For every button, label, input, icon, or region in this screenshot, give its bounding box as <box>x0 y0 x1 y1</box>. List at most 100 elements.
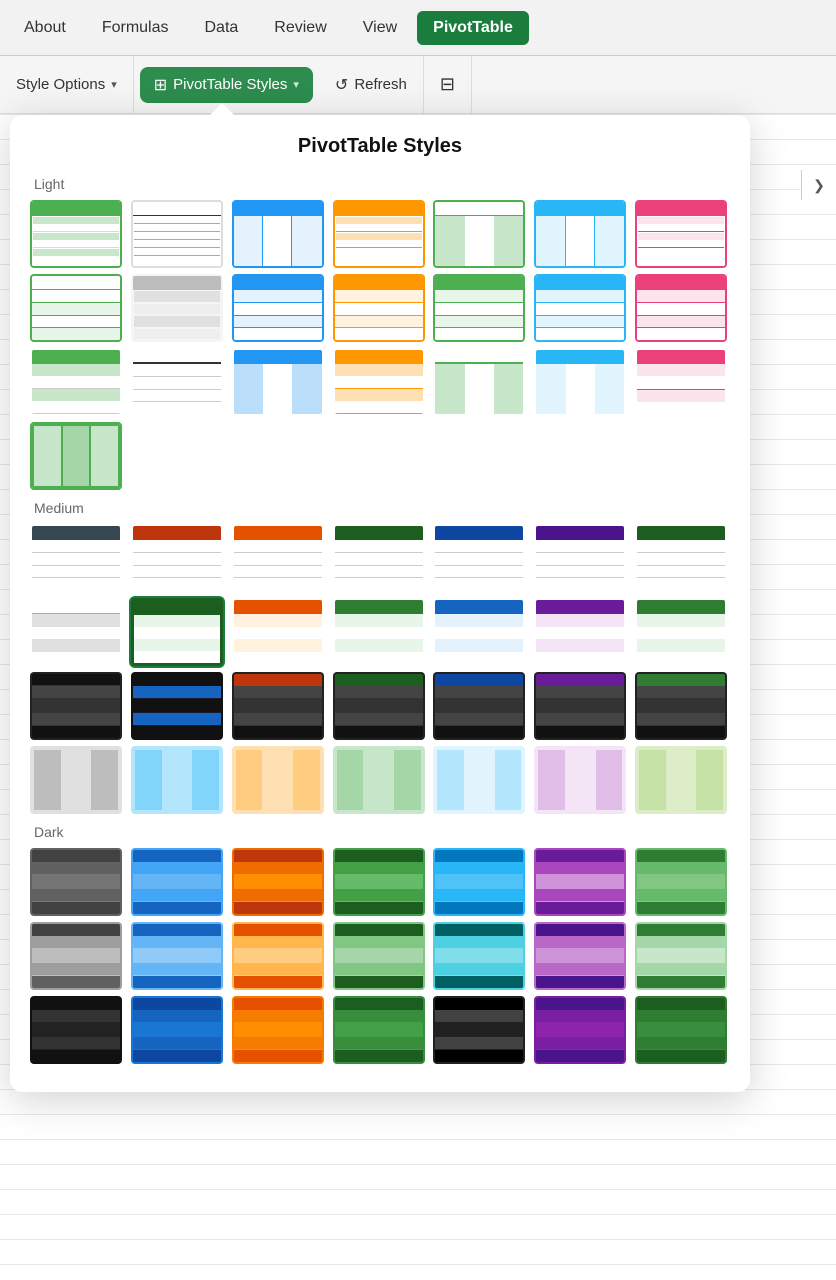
style-dark-15[interactable] <box>30 996 122 1064</box>
style-light-3[interactable] <box>232 200 324 268</box>
style-light-14[interactable] <box>635 274 727 342</box>
tab-view[interactable]: View <box>347 11 413 45</box>
refresh-icon: ↺ <box>335 75 348 95</box>
style-dark-3[interactable] <box>232 848 324 916</box>
style-dark-11[interactable] <box>333 922 425 990</box>
style-light-17[interactable] <box>232 348 324 416</box>
style-dark-5[interactable] <box>433 848 525 916</box>
style-medium-7[interactable] <box>635 524 727 592</box>
style-light-5[interactable] <box>433 200 525 268</box>
grid-icon: ⊞ <box>154 75 167 95</box>
style-light-16[interactable] <box>131 348 223 416</box>
style-medium-22[interactable] <box>30 746 122 814</box>
style-light-7[interactable] <box>635 200 727 268</box>
style-dark-10[interactable] <box>232 922 324 990</box>
style-dark-18[interactable] <box>333 996 425 1064</box>
style-light-18[interactable] <box>333 348 425 416</box>
style-medium-12[interactable] <box>433 598 525 666</box>
style-dark-1[interactable] <box>30 848 122 916</box>
section-label-medium: Medium <box>34 500 730 516</box>
panel-right-chevron[interactable]: ❯ <box>801 170 836 200</box>
style-light-12[interactable] <box>433 274 525 342</box>
style-medium-5[interactable] <box>433 524 525 592</box>
style-medium-23[interactable] <box>131 746 223 814</box>
style-medium-3[interactable] <box>232 524 324 592</box>
style-medium-26[interactable] <box>433 746 525 814</box>
style-light-20[interactable] <box>534 348 626 416</box>
style-dark-17[interactable] <box>232 996 324 1064</box>
style-light-8[interactable] <box>30 274 122 342</box>
style-medium-27[interactable] <box>534 746 626 814</box>
style-light-6[interactable] <box>534 200 626 268</box>
style-dark-6[interactable] <box>534 848 626 916</box>
panel-title: PivotTable Styles <box>30 135 730 158</box>
style-light-1[interactable] <box>30 200 122 268</box>
tab-review[interactable]: Review <box>258 11 342 45</box>
style-medium-24[interactable] <box>232 746 324 814</box>
panel-arrow <box>210 103 234 115</box>
ribbon: Style Options ▾ ⊞ PivotTable Styles ▾ ↺ … <box>0 56 836 114</box>
style-medium-8[interactable] <box>30 598 122 666</box>
style-medium-6[interactable] <box>534 524 626 592</box>
style-dark-16[interactable] <box>131 996 223 1064</box>
style-medium-25[interactable] <box>333 746 425 814</box>
pivot-styles-label: PivotTable Styles <box>173 76 287 93</box>
medium-styles-grid <box>30 524 730 814</box>
style-medium-13[interactable] <box>534 598 626 666</box>
tab-formulas[interactable]: Formulas <box>86 11 185 45</box>
style-medium-14[interactable] <box>635 598 727 666</box>
style-medium-21[interactable] <box>635 672 727 740</box>
refresh-label: Refresh <box>354 76 407 93</box>
style-medium-17[interactable] <box>232 672 324 740</box>
style-medium-28[interactable] <box>635 746 727 814</box>
style-light-4[interactable] <box>333 200 425 268</box>
section-label-dark: Dark <box>34 824 730 840</box>
style-dark-19[interactable] <box>433 996 525 1064</box>
style-dark-12[interactable] <box>433 922 525 990</box>
style-medium-20[interactable] <box>534 672 626 740</box>
style-dark-9[interactable] <box>131 922 223 990</box>
style-medium-15[interactable] <box>30 672 122 740</box>
style-medium-11[interactable] <box>333 598 425 666</box>
style-light-22[interactable] <box>30 422 122 490</box>
style-medium-9[interactable] <box>131 598 223 666</box>
style-medium-16[interactable] <box>131 672 223 740</box>
style-medium-10[interactable] <box>232 598 324 666</box>
style-light-10[interactable] <box>232 274 324 342</box>
style-medium-4[interactable] <box>333 524 425 592</box>
style-dark-4[interactable] <box>333 848 425 916</box>
refresh-button[interactable]: ↺ Refresh <box>319 56 424 113</box>
style-dark-13[interactable] <box>534 922 626 990</box>
chevron-right-icon: ❯ <box>813 177 825 194</box>
style-options-label: Style Options <box>16 76 105 93</box>
section-label-light: Light <box>34 176 730 192</box>
style-dark-8[interactable] <box>30 922 122 990</box>
style-medium-2[interactable] <box>131 524 223 592</box>
style-dark-2[interactable] <box>131 848 223 916</box>
chevron-down-icon: ▾ <box>111 78 117 91</box>
style-options-button[interactable]: Style Options ▾ <box>0 56 134 113</box>
pivot-styles-button[interactable]: ⊞ PivotTable Styles ▾ <box>140 67 313 103</box>
style-light-19[interactable] <box>433 348 525 416</box>
style-medium-1[interactable] <box>30 524 122 592</box>
style-light-11[interactable] <box>333 274 425 342</box>
style-light-9[interactable] <box>131 274 223 342</box>
tab-pivottable[interactable]: PivotTable <box>417 11 529 45</box>
light-styles-grid <box>30 200 730 490</box>
pivottable-styles-panel: PivotTable Styles Light <box>10 115 750 1092</box>
style-light-2[interactable] <box>131 200 223 268</box>
style-medium-19[interactable] <box>433 672 525 740</box>
tab-data[interactable]: Data <box>189 11 255 45</box>
style-dark-7[interactable] <box>635 848 727 916</box>
style-light-21[interactable] <box>635 348 727 416</box>
dark-styles-grid <box>30 848 730 1064</box>
style-dark-21[interactable] <box>635 996 727 1064</box>
tab-about[interactable]: About <box>8 11 82 45</box>
style-light-13[interactable] <box>534 274 626 342</box>
chevron-down-icon-2: ▾ <box>293 78 299 91</box>
style-light-15[interactable] <box>30 348 122 416</box>
more-options-button[interactable]: ⊟ <box>424 56 472 113</box>
style-dark-20[interactable] <box>534 996 626 1064</box>
style-dark-14[interactable] <box>635 922 727 990</box>
style-medium-18[interactable] <box>333 672 425 740</box>
